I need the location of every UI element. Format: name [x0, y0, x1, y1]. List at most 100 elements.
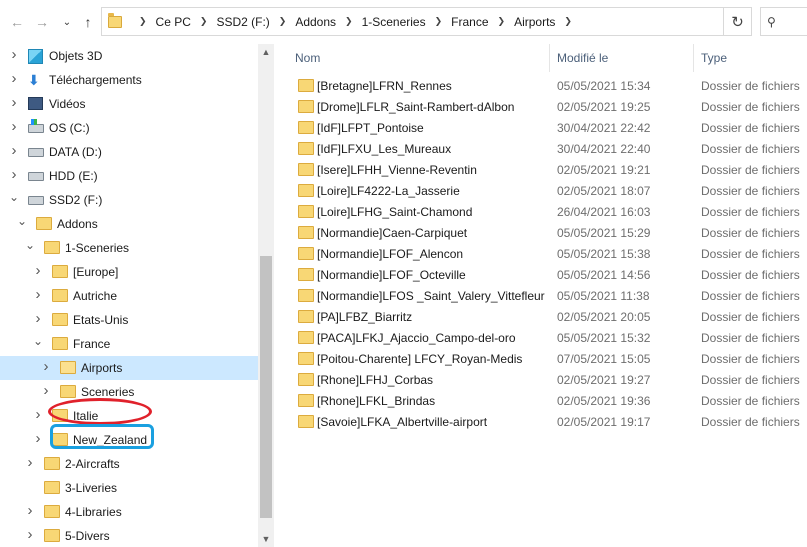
chevron-down-icon[interactable]: ⌄ — [16, 214, 28, 228]
search-input[interactable]: ⚲ — [760, 7, 807, 36]
nav-item[interactable]: › 4-Libraries — [0, 500, 258, 524]
breadcrumb-airports[interactable]: Airports — [514, 15, 555, 29]
chevron-right-icon[interactable]: › — [32, 310, 44, 327]
chevron-right-icon[interactable]: › — [24, 454, 36, 471]
nav-item[interactable]: › DATA (D:) — [0, 140, 258, 164]
chevron-right-icon[interactable]: › — [8, 118, 20, 135]
file-row[interactable]: [PACA]LFKJ_Ajaccio_Campo-del-oro 05/05/20… — [282, 327, 807, 348]
file-name: [Normandie]LFOS _Saint_Valery_Vittefleur — [317, 288, 545, 303]
nav-item[interactable]: › [Europe] — [0, 260, 258, 284]
file-type: Dossier de fichiers — [701, 78, 800, 93]
chevron-right-icon[interactable]: › — [32, 286, 44, 303]
nav-item[interactable]: ⌄ Addons — [0, 212, 258, 236]
file-row[interactable]: [Bretagne]LFRN_Rennes 05/05/2021 15:34 Dos… — [282, 75, 807, 96]
nav-item[interactable]: › 2-Aircrafts — [0, 452, 258, 476]
chevron-right-icon[interactable]: › — [24, 502, 36, 519]
nav-item-label: 2-Aircrafts — [65, 457, 120, 471]
file-row[interactable]: [Normandie]LFOF_Octeville 05/05/2021 14:5… — [282, 264, 807, 285]
breadcrumb-france[interactable]: France — [451, 15, 488, 29]
forward-button[interactable]: → — [31, 10, 53, 34]
file-row[interactable]: [Rhone]LFKL_Brindas 02/05/2021 19:36 Dossi… — [282, 390, 807, 411]
breadcrumb-ssd2[interactable]: SSD2 (F:) — [216, 15, 269, 29]
file-row[interactable]: [PA]LFBZ_Biarritz 02/05/2021 20:05 Dossier… — [282, 306, 807, 327]
file-row[interactable]: [Isere]LFHH_Vienne-Reventin 02/05/2021 19… — [282, 159, 807, 180]
file-row[interactable]: [Loire]LFHG_Saint-Chamond 26/04/2021 16:0… — [282, 201, 807, 222]
nav-item[interactable]: › Objets 3D — [0, 44, 258, 68]
nav-item[interactable]: › Airports — [0, 356, 258, 380]
chevron-right-icon[interactable]: › — [40, 358, 52, 375]
nav-item[interactable]: › Autriche — [0, 284, 258, 308]
chevron-right-icon[interactable]: ❯ — [345, 16, 353, 27]
chevron-right-icon[interactable]: ❯ — [564, 16, 572, 27]
nav-item[interactable]: ⌄ 1-Sceneries — [0, 236, 258, 260]
chevron-right-icon[interactable]: › — [32, 262, 44, 279]
file-row[interactable]: [Normandie]LFOS _Saint_Valery_Vittefleur… — [282, 285, 807, 306]
chevron-right-icon[interactable]: › — [8, 46, 20, 63]
nav-scrollbar[interactable]: ▲ ▼ — [258, 44, 274, 547]
nav-item[interactable]: ⌄ France — [0, 332, 258, 356]
column-header-modified[interactable]: Modifié le — [549, 44, 693, 72]
folder-icon — [298, 163, 314, 176]
refresh-button[interactable]: ↻ — [724, 7, 752, 36]
chevron-right-icon[interactable]: ❯ — [279, 16, 287, 27]
file-modified: 05/05/2021 15:38 — [557, 246, 651, 261]
file-modified: 05/05/2021 15:32 — [557, 330, 651, 345]
breadcrumb-addons[interactable]: Addons — [295, 15, 336, 29]
breadcrumb-1-sceneries[interactable]: 1-Sceneries — [362, 15, 426, 29]
back-button[interactable]: ← — [6, 10, 28, 34]
arrow-up-icon: ↑ — [84, 14, 92, 30]
file-name: [Rhone]LFKL_Brindas — [317, 393, 436, 408]
file-modified: 02/05/2021 19:25 — [557, 99, 651, 114]
chevron-right-icon[interactable]: ❯ — [435, 16, 443, 27]
chevron-right-icon[interactable]: › — [8, 166, 20, 183]
nav-item[interactable]: › Etats-Unis — [0, 308, 258, 332]
file-row[interactable]: [Drome]LFLR_Saint-Rambert-dAlbon 02/05/20… — [282, 96, 807, 117]
chevron-down-icon[interactable]: ⌄ — [8, 190, 20, 204]
chevron-down-icon[interactable]: ⌄ — [32, 334, 44, 348]
nav-item[interactable]: ⌄ SSD2 (F:) — [0, 188, 258, 212]
column-header-type[interactable]: Type — [693, 44, 807, 72]
file-row[interactable]: [Normandie]Caen-Carpiquet 05/05/2021 15:2… — [282, 222, 807, 243]
chevron-right-icon[interactable]: ❯ — [139, 16, 147, 27]
annotation-red-ellipse — [48, 398, 152, 425]
file-row[interactable]: [IdF]LFPT_Pontoise 30/04/2021 22:42 Dossie… — [282, 117, 807, 138]
up-button[interactable]: ↑ — [78, 10, 98, 34]
recent-locations-button[interactable]: ⌄ — [58, 10, 76, 34]
folder-icon — [298, 289, 314, 302]
scroll-down-icon[interactable]: ▼ — [258, 531, 274, 547]
nav-item[interactable]: › HDD (E:) — [0, 164, 258, 188]
scrollbar-thumb[interactable] — [260, 256, 272, 518]
file-type: Dossier de fichiers — [701, 99, 800, 114]
nav-item[interactable]: › OS (C:) — [0, 116, 258, 140]
file-modified: 02/05/2021 19:36 — [557, 393, 651, 408]
file-row[interactable]: [IdF]LFXU_Les_Mureaux 30/04/2021 22:40 Dos… — [282, 138, 807, 159]
chevron-right-icon[interactable]: ❯ — [498, 16, 506, 27]
folder-icon — [298, 394, 314, 407]
chevron-right-icon[interactable]: › — [8, 70, 20, 87]
nav-item[interactable]: › Vidéos — [0, 92, 258, 116]
file-row[interactable]: [Normandie]LFOF_Alencon 05/05/2021 15:38 D… — [282, 243, 807, 264]
chevron-right-icon[interactable]: › — [8, 94, 20, 111]
file-row[interactable]: [Loire]LF4222-La_Jasserie 02/05/2021 18:0… — [282, 180, 807, 201]
chevron-right-icon[interactable]: › — [32, 430, 44, 447]
nav-item-label: Addons — [57, 217, 98, 231]
chevron-right-icon[interactable]: › — [8, 142, 20, 159]
column-header-name[interactable]: Nom — [287, 44, 549, 72]
scroll-up-icon[interactable]: ▲ — [258, 44, 274, 60]
nav-item[interactable]: › 5-Divers — [0, 524, 258, 547]
file-name: [Poitou-Charente] LFCY_Royan-Medis — [317, 351, 523, 366]
nav-item-label: Objets 3D — [49, 49, 103, 63]
file-row[interactable]: [Rhone]LFHJ_Corbas 02/05/2021 19:27 Dossie… — [282, 369, 807, 390]
address-bar[interactable]: ❯ Ce PC ❯ SSD2 (F:) ❯ Addons ❯ 1-Sceneri… — [101, 7, 724, 36]
nav-item[interactable]: 3-Liveries — [0, 476, 258, 500]
file-row[interactable]: [Poitou-Charente] LFCY_Royan-Medis 07/05/… — [282, 348, 807, 369]
file-type: Dossier de fichiers — [701, 351, 800, 366]
breadcrumb-this-pc[interactable]: Ce PC — [156, 15, 191, 29]
file-row[interactable]: [Savoie]LFKA_Albertville-airport 02/05/20… — [282, 411, 807, 432]
chevron-right-icon[interactable]: › — [24, 526, 36, 543]
chevron-down-icon[interactable]: ⌄ — [24, 238, 36, 252]
nav-item[interactable]: › ⬇ Téléchargements — [0, 68, 258, 92]
chevron-right-icon[interactable]: ❯ — [200, 16, 208, 27]
chevron-right-icon[interactable]: › — [32, 406, 44, 423]
chevron-right-icon[interactable]: › — [40, 382, 52, 399]
